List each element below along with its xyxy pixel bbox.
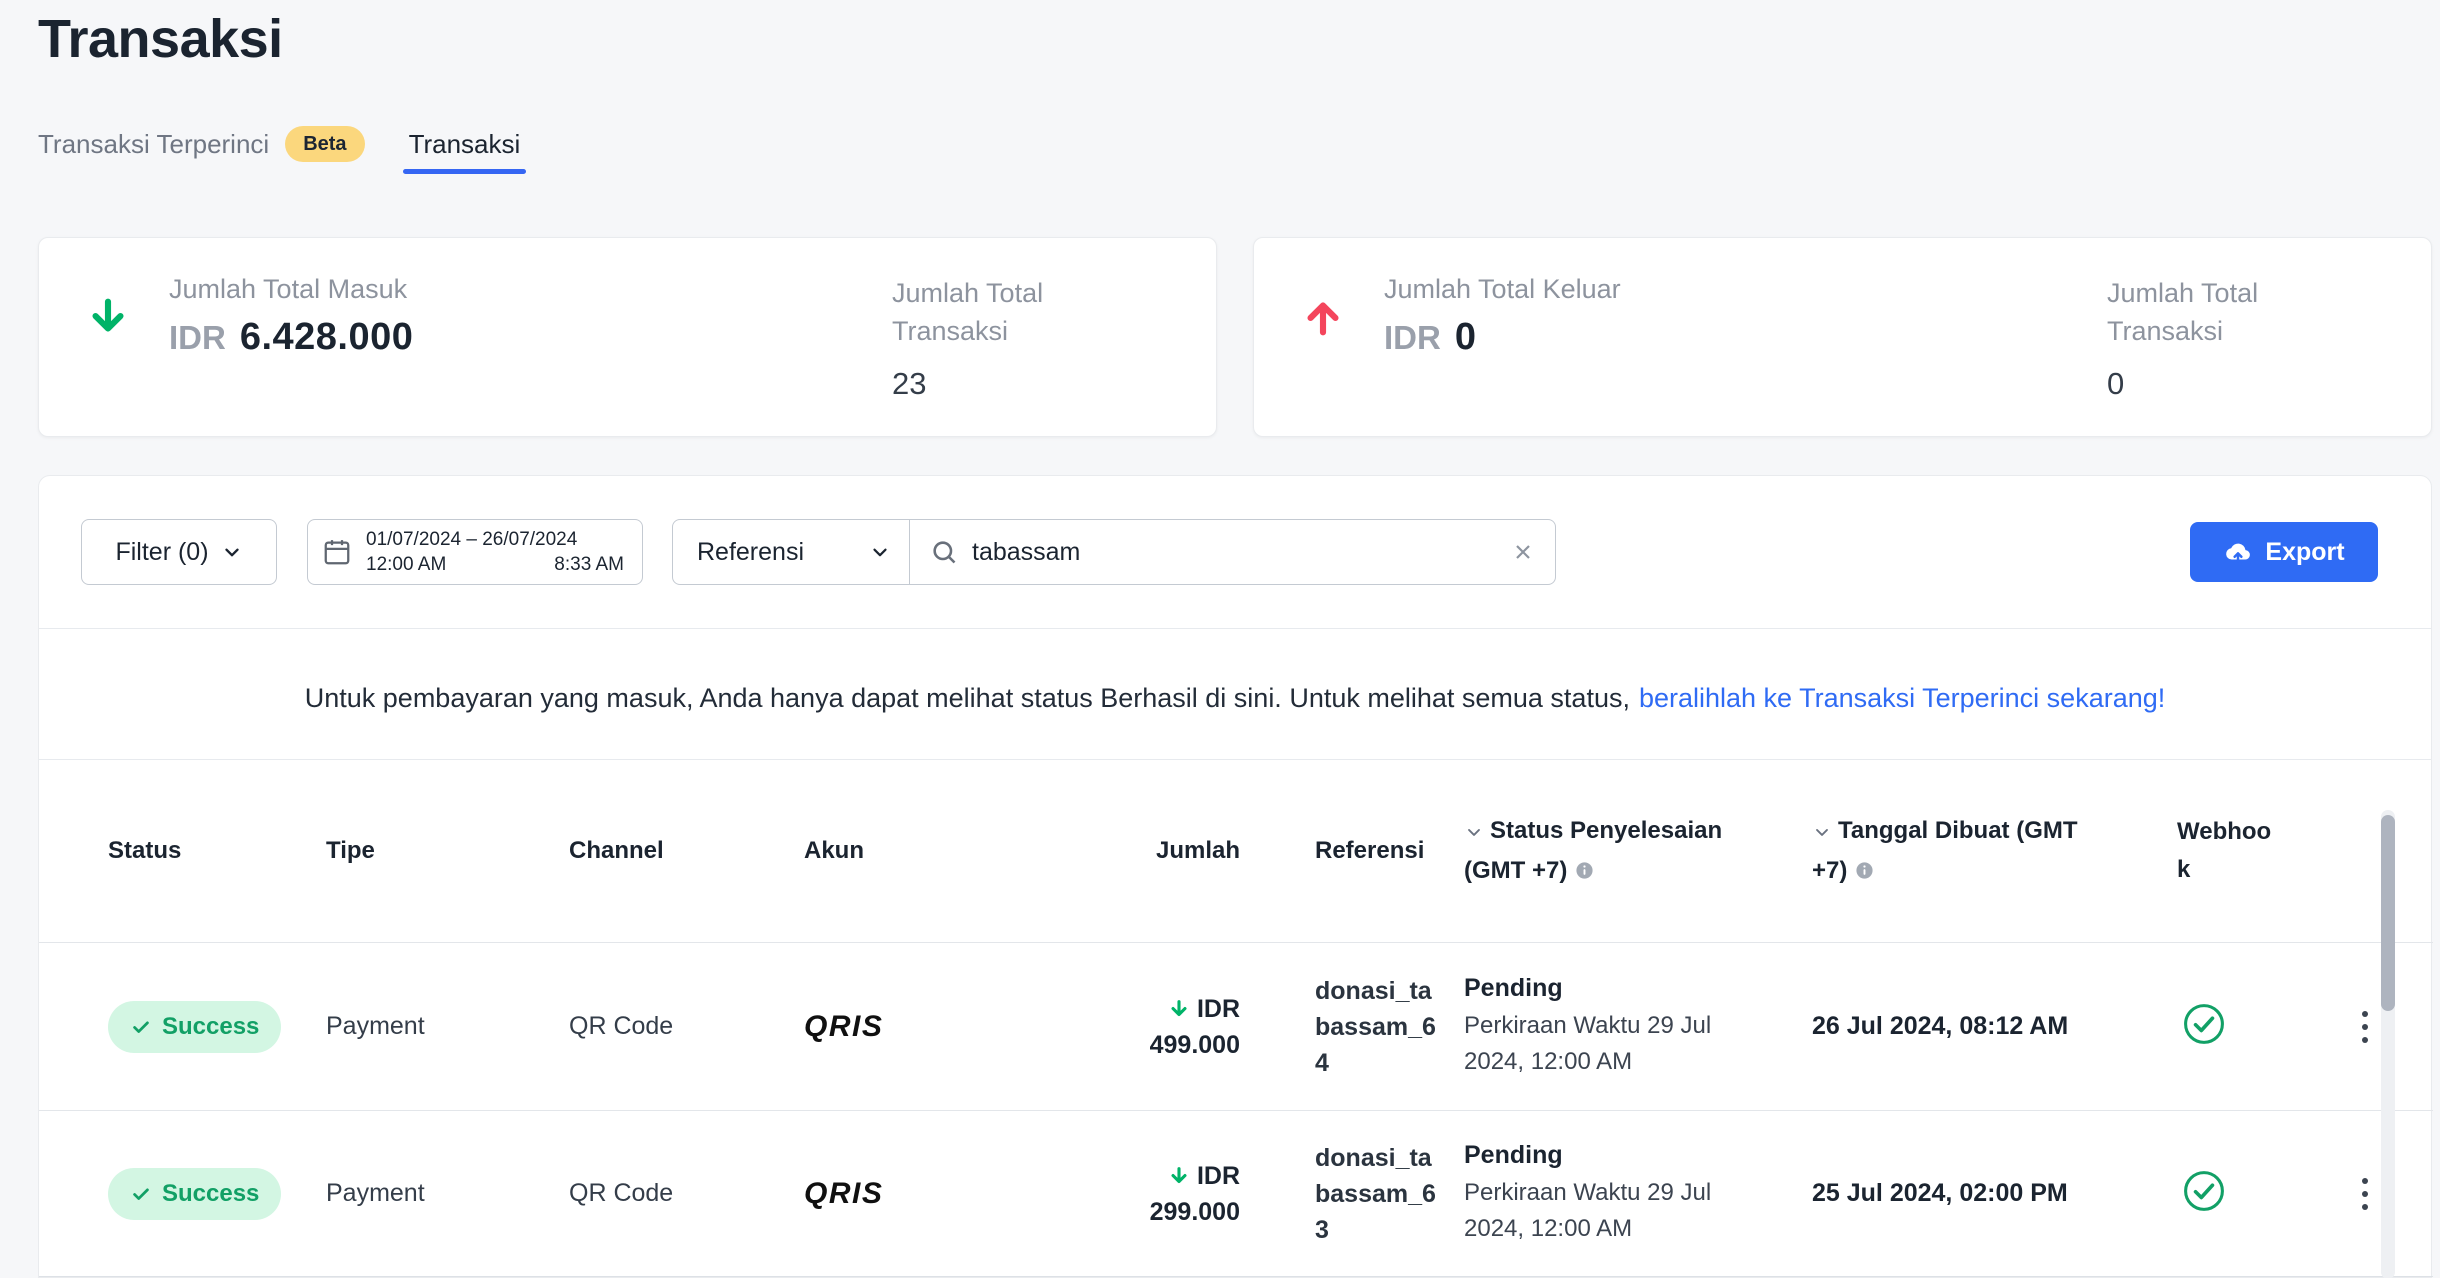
status-badge: Success — [108, 1168, 281, 1220]
search-group: Referensi — [672, 519, 1556, 585]
summary-cards: Jumlah Total Masuk IDR 6.428.000 Jumlah … — [38, 237, 2432, 437]
row-menu-button[interactable] — [2360, 1005, 2372, 1049]
table-scrollbar-thumb[interactable] — [2381, 815, 2395, 1011]
table-header-row: Status Tipe Channel Akun Jumlah Referens… — [39, 760, 2433, 943]
date-range-value: 01/07/2024 – 26/07/2024 — [366, 529, 628, 551]
type-cell: Payment — [326, 1012, 569, 1041]
settlement-note: Perkiraan Waktu 29 Jul 2024, 12:00 AM — [1464, 1175, 1744, 1247]
sort-chevron-icon — [1812, 822, 1832, 842]
reference-cell: donasi_tabassam_64 — [1315, 973, 1437, 1081]
notice-link[interactable]: beralihlah ke Transaksi Terperinci sekar… — [1639, 683, 2165, 713]
col-account-header: Akun — [804, 831, 1099, 871]
settlement-cell: Pending Perkiraan Waktu 29 Jul 2024, 12:… — [1464, 1141, 1812, 1247]
chevron-down-icon — [869, 541, 891, 563]
table-scrollbar-track — [2381, 810, 2395, 1278]
calendar-icon — [322, 537, 352, 567]
col-channel-header: Channel — [569, 831, 804, 871]
export-button[interactable]: Export — [2190, 522, 2378, 582]
tab-transaksi-terperinci[interactable]: Transaksi Terperinci Beta — [38, 126, 365, 162]
inflow-arrow-icon — [1168, 998, 1190, 1020]
webhook-success-icon — [2181, 1001, 2227, 1047]
col-settlement-header[interactable]: Status Penyelesaian (GMT +7) — [1464, 811, 1764, 891]
notice-banner: Untuk pembayaran yang masuk, Anda hanya … — [39, 683, 2431, 714]
info-icon[interactable] — [1575, 861, 1594, 880]
outflow-value: 0 — [1455, 316, 1477, 359]
outflow-count-label: Jumlah Total Transaksi — [2107, 274, 2327, 350]
col-type-header: Tipe — [326, 831, 569, 871]
col-status-header: Status — [108, 831, 326, 871]
table-row[interactable]: Success Payment QR Code QRIS IDR 299.000… — [39, 1111, 2433, 1277]
search-field-label: Referensi — [697, 538, 804, 567]
chevron-down-icon — [221, 541, 243, 563]
inflow-count-label: Jumlah Total Transaksi — [892, 274, 1112, 350]
beta-badge: Beta — [285, 126, 364, 162]
divider — [39, 628, 2431, 629]
tab-bar: Transaksi Terperinci Beta Transaksi — [38, 126, 520, 162]
outflow-amount: IDR 0 — [1384, 316, 1476, 359]
table-row[interactable]: Success Payment QR Code QRIS IDR 499.000… — [39, 943, 2433, 1111]
created-cell: 26 Jul 2024, 08:12 AM — [1812, 1012, 2177, 1041]
inflow-label: Jumlah Total Masuk — [169, 274, 407, 305]
outflow-currency: IDR — [1384, 319, 1441, 357]
channel-cell: QR Code — [569, 1179, 804, 1208]
filter-button[interactable]: Filter (0) — [81, 519, 277, 585]
tab-transaksi-label: Transaksi — [409, 129, 521, 159]
search-box — [910, 519, 1556, 585]
inflow-arrow-icon — [1168, 1165, 1190, 1187]
check-icon — [130, 1183, 152, 1205]
active-tab-underline — [403, 169, 527, 174]
col-amount-header: Jumlah — [1099, 831, 1315, 871]
summary-card-outflow: Jumlah Total Keluar IDR 0 Jumlah Total T… — [1253, 237, 2432, 437]
amount-cell: IDR 499.000 — [1099, 991, 1315, 1063]
outflow-label: Jumlah Total Keluar — [1384, 274, 1621, 305]
inflow-arrow-icon — [85, 294, 131, 340]
search-input[interactable] — [972, 538, 1497, 567]
row-menu-button[interactable] — [2360, 1172, 2372, 1216]
col-created-header[interactable]: Tanggal Dibuat (GMT +7) — [1812, 811, 2102, 891]
close-icon — [1511, 540, 1535, 564]
time-start: 12:00 AM — [366, 554, 446, 576]
inflow-value: 6.428.000 — [240, 316, 414, 359]
date-range-text: 01/07/2024 – 26/07/2024 12:00 AM 8:33 AM — [366, 529, 628, 576]
date-range-button[interactable]: 01/07/2024 – 26/07/2024 12:00 AM 8:33 AM — [307, 519, 643, 585]
col-reference-header: Referensi — [1315, 831, 1464, 871]
tab-transaksi[interactable]: Transaksi — [409, 129, 521, 160]
cloud-upload-icon — [2223, 537, 2253, 567]
search-field-select[interactable]: Referensi — [672, 519, 910, 585]
export-button-label: Export — [2265, 538, 2344, 567]
time-end: 8:33 AM — [554, 554, 624, 576]
info-icon[interactable] — [1855, 861, 1874, 880]
tab-transaksi-terperinci-label: Transaksi Terperinci — [38, 129, 269, 160]
summary-card-inflow: Jumlah Total Masuk IDR 6.428.000 Jumlah … — [38, 237, 1217, 437]
status-badge: Success — [108, 1001, 281, 1053]
sort-chevron-icon — [1464, 822, 1484, 842]
inflow-amount: IDR 6.428.000 — [169, 316, 413, 359]
outflow-arrow-icon — [1300, 294, 1346, 340]
settlement-cell: Pending Perkiraan Waktu 29 Jul 2024, 12:… — [1464, 974, 1812, 1080]
settlement-note: Perkiraan Waktu 29 Jul 2024, 12:00 AM — [1464, 1008, 1744, 1080]
created-cell: 25 Jul 2024, 02:00 PM — [1812, 1179, 2177, 1208]
inflow-count: 23 — [892, 366, 926, 402]
col-webhook-header: Webhook — [2177, 813, 2360, 890]
inflow-currency: IDR — [169, 319, 226, 357]
transactions-table: Status Tipe Channel Akun Jumlah Referens… — [39, 760, 2433, 1277]
check-icon — [130, 1016, 152, 1038]
notice-text: Untuk pembayaran yang masuk, Anda hanya … — [305, 683, 1630, 713]
settlement-status: Pending — [1464, 974, 1812, 1003]
webhook-success-icon — [2181, 1168, 2227, 1214]
transactions-panel: Filter (0) 01/07/2024 – 26/07/2024 12:00… — [38, 475, 2432, 1278]
settlement-status: Pending — [1464, 1141, 1812, 1170]
type-cell: Payment — [326, 1179, 569, 1208]
clear-search-button[interactable] — [1511, 540, 1535, 564]
qris-logo: QRIS — [804, 1010, 883, 1043]
channel-cell: QR Code — [569, 1012, 804, 1041]
amount-cell: IDR 299.000 — [1099, 1158, 1315, 1230]
reference-cell: donasi_tabassam_63 — [1315, 1140, 1437, 1248]
filter-button-label: Filter (0) — [115, 538, 208, 567]
page-title: Transaksi — [38, 8, 283, 70]
col-created-label: Tanggal Dibuat (GMT +7) — [1812, 817, 2078, 884]
outflow-count: 0 — [2107, 366, 2124, 402]
search-icon — [930, 538, 958, 566]
qris-logo: QRIS — [804, 1177, 883, 1210]
